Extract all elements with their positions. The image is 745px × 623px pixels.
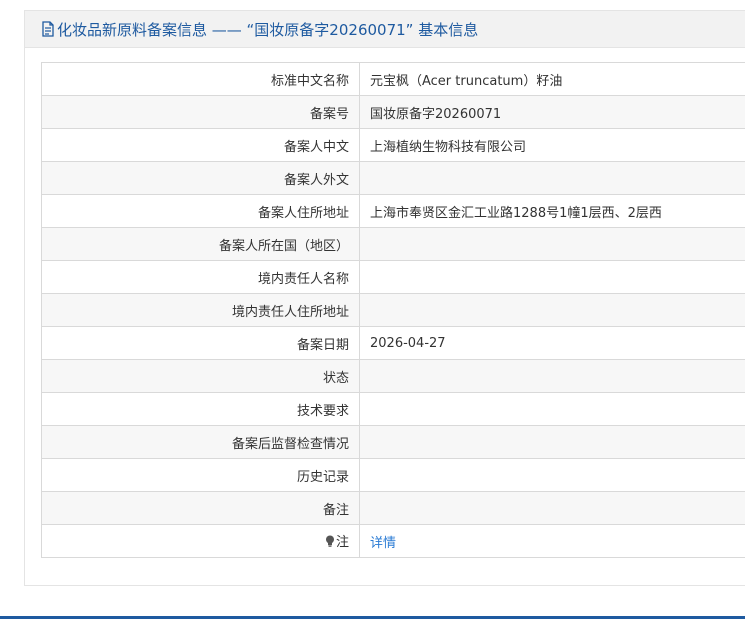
note-label-cell: 注 (41, 524, 360, 558)
row-label: 历史记录 (41, 458, 360, 492)
row-value (359, 425, 745, 459)
row-label: 备案人住所地址 (41, 194, 360, 228)
note-value-cell: 详情 (359, 524, 745, 558)
table-row: 标准中文名称 元宝枫（Acer truncatum）籽油 (41, 62, 745, 96)
row-value (359, 359, 745, 393)
record-info-panel: 化妆品新原料备案信息 —— “国妆原备字20260071” 基本信息 标准中文名… (24, 10, 745, 586)
row-label: 境内责任人住所地址 (41, 293, 360, 327)
row-label: 备案人外文 (41, 161, 360, 195)
info-table: 标准中文名称 元宝枫（Acer truncatum）籽油 备案号 国妆原备字20… (41, 62, 745, 558)
row-label: 备案日期 (41, 326, 360, 360)
row-value (359, 458, 745, 492)
row-label: 备案人所在国（地区） (41, 227, 360, 261)
table-row: 备案号 国妆原备字20260071 (41, 95, 745, 129)
table-row: 技术要求 (41, 392, 745, 426)
table-row: 备案人所在国（地区） (41, 227, 745, 261)
row-value (359, 227, 745, 261)
row-label: 标准中文名称 (41, 62, 360, 96)
row-value (359, 161, 745, 195)
row-label: 备注 (41, 491, 360, 525)
panel-header: 化妆品新原料备案信息 —— “国妆原备字20260071” 基本信息 (25, 11, 745, 48)
lightbulb-icon (325, 535, 335, 551)
row-value (359, 260, 745, 294)
note-label: 注 (335, 535, 349, 550)
row-value: 国妆原备字20260071 (359, 95, 745, 129)
table-row: 备案后监督检查情况 (41, 425, 745, 459)
row-label: 备案人中文 (41, 128, 360, 162)
table-row: 备案日期 2026-04-27 (41, 326, 745, 360)
row-label: 技术要求 (41, 392, 360, 426)
table-row: 备案人中文 上海植纳生物科技有限公司 (41, 128, 745, 162)
row-label: 备案后监督检查情况 (41, 425, 360, 459)
row-label: 备案号 (41, 95, 360, 129)
row-value: 上海市奉贤区金汇工业路1288号1幢1层西、2层西 (359, 194, 745, 228)
note-row: 注 详情 (41, 524, 745, 558)
document-icon (41, 21, 55, 37)
table-row: 备案人住所地址 上海市奉贤区金汇工业路1288号1幢1层西、2层西 (41, 194, 745, 228)
row-label: 境内责任人名称 (41, 260, 360, 294)
table-row: 境内责任人名称 (41, 260, 745, 294)
details-link[interactable]: 详情 (370, 536, 396, 551)
bottom-divider (0, 616, 745, 619)
row-value (359, 392, 745, 426)
row-value: 元宝枫（Acer truncatum）籽油 (359, 62, 745, 96)
page-title: 化妆品新原料备案信息 —— “国妆原备字20260071” 基本信息 (57, 20, 479, 39)
row-label: 状态 (41, 359, 360, 393)
table-row: 状态 (41, 359, 745, 393)
table-row: 备注 (41, 491, 745, 525)
row-value: 上海植纳生物科技有限公司 (359, 128, 745, 162)
table-row: 备案人外文 (41, 161, 745, 195)
row-value: 2026-04-27 (359, 326, 745, 360)
row-value (359, 491, 745, 525)
table-row: 境内责任人住所地址 (41, 293, 745, 327)
row-value (359, 293, 745, 327)
table-row: 历史记录 (41, 458, 745, 492)
